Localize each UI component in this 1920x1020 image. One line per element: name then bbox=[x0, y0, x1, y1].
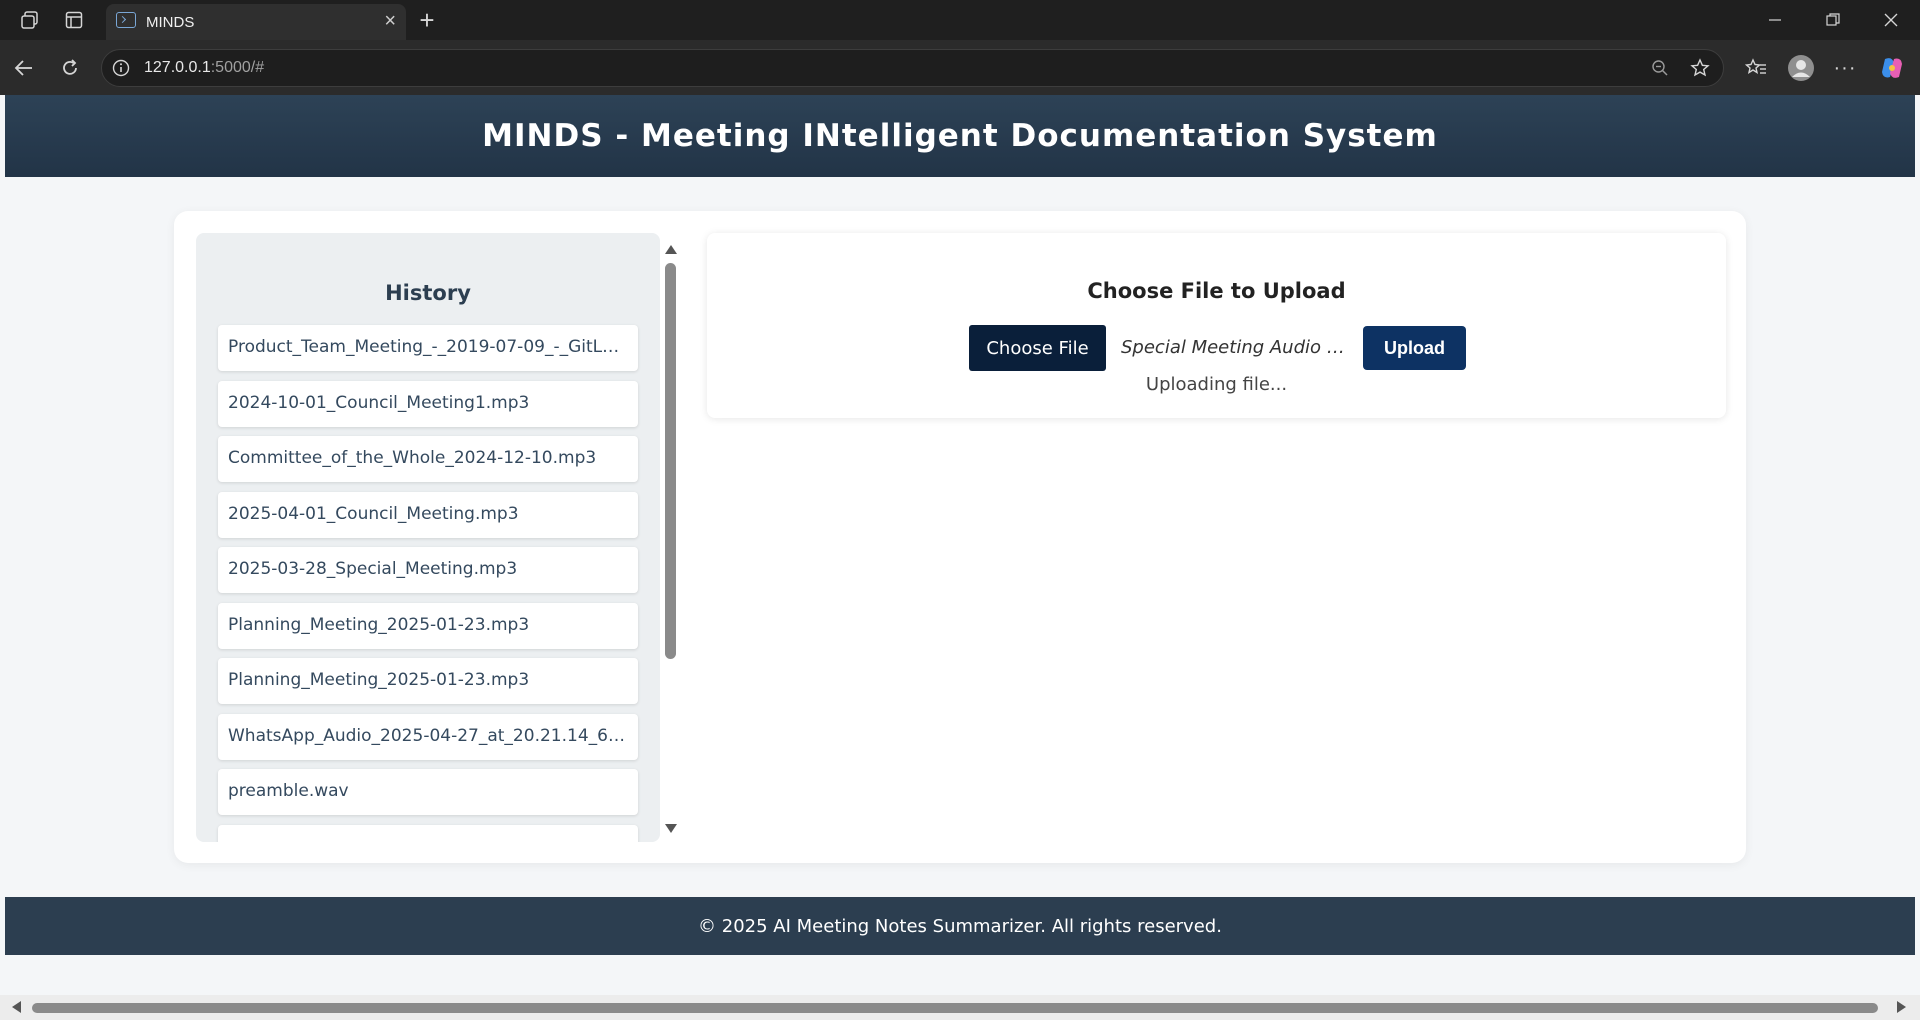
more-options-icon[interactable]: ··· bbox=[1832, 56, 1858, 80]
restore-icon[interactable] bbox=[1818, 8, 1848, 32]
history-title: History bbox=[385, 281, 471, 305]
scroll-down-arrow-icon[interactable] bbox=[665, 824, 677, 833]
refresh-icon[interactable] bbox=[56, 54, 84, 82]
address-bar[interactable]: 127.0.0.1:5000/# bbox=[101, 49, 1724, 87]
selected-file-name: Special Meeting Audio File ... bbox=[1121, 337, 1351, 358]
choose-file-button[interactable]: Choose File bbox=[969, 325, 1106, 371]
history-item[interactable]: 2025-03-28_Special_Meeting.mp3 bbox=[218, 547, 638, 593]
tab-title: MINDS bbox=[146, 14, 195, 31]
vertical-tabs-icon[interactable] bbox=[62, 9, 86, 31]
history-item[interactable]: preamble.wav bbox=[218, 769, 638, 815]
history-item[interactable] bbox=[218, 824, 638, 842]
profile-avatar-icon[interactable] bbox=[1786, 53, 1816, 83]
upload-title: Choose File to Upload bbox=[1087, 279, 1346, 303]
url-path: :5000/# bbox=[210, 59, 265, 76]
upload-status: Uploading file... bbox=[1145, 374, 1288, 395]
zoom-out-icon[interactable] bbox=[1650, 58, 1670, 78]
history-panel: History Product_Team_Meeting_-_2019-07-0… bbox=[196, 233, 660, 842]
page-horizontal-scrollbar[interactable] bbox=[0, 995, 1920, 1020]
app-footer: © 2025 AI Meeting Notes Summarizer. All … bbox=[5, 897, 1915, 955]
url-host: 127.0.0.1 bbox=[144, 59, 211, 76]
scrollbar-thumb[interactable] bbox=[665, 263, 676, 659]
history-item[interactable]: 2025-04-01_Council_Meeting.mp3 bbox=[218, 491, 638, 538]
favorite-star-icon[interactable] bbox=[1689, 57, 1711, 79]
upload-panel: Choose File to Upload Choose File Specia… bbox=[707, 233, 1726, 418]
close-window-icon[interactable] bbox=[1876, 8, 1906, 32]
horizontal-scrollbar-thumb[interactable] bbox=[32, 1003, 1878, 1013]
copilot-icon[interactable] bbox=[1878, 54, 1906, 82]
scroll-up-arrow-icon[interactable] bbox=[665, 245, 677, 254]
scroll-right-arrow-icon[interactable] bbox=[1897, 1001, 1906, 1013]
minimize-icon[interactable] bbox=[1760, 8, 1790, 32]
app-header: MINDS - Meeting INtelligent Documentatio… bbox=[5, 95, 1915, 177]
new-tab-icon[interactable]: + bbox=[414, 5, 440, 35]
history-item[interactable]: Planning_Meeting_2025-01-23.mp3 bbox=[218, 602, 638, 649]
browser-tab-strip: MINDS × + bbox=[0, 0, 1920, 40]
scroll-left-arrow-icon[interactable] bbox=[12, 1001, 21, 1013]
app-title: MINDS - Meeting INtelligent Documentatio… bbox=[482, 118, 1438, 154]
history-item[interactable]: WhatsApp_Audio_2025-04-27_at_20.21.14_69… bbox=[218, 713, 638, 760]
favorites-icon[interactable] bbox=[1744, 56, 1768, 80]
history-item[interactable]: Product_Team_Meeting_-_2019-07-09_-_GitL… bbox=[218, 325, 638, 371]
close-tab-icon[interactable]: × bbox=[384, 10, 396, 33]
page-viewport: MINDS - Meeting INtelligent Documentatio… bbox=[5, 95, 1915, 995]
back-icon[interactable] bbox=[10, 54, 38, 82]
footer-copyright: © 2025 AI Meeting Notes Summarizer. All … bbox=[698, 915, 1222, 937]
tab-minds[interactable]: MINDS × bbox=[106, 4, 406, 40]
history-item[interactable]: Committee_of_the_Whole_2024-12-10.mp3 bbox=[218, 436, 638, 482]
url-text: 127.0.0.1:5000/# bbox=[144, 59, 264, 77]
terminal-icon bbox=[116, 12, 136, 28]
main-card: History Product_Team_Meeting_-_2019-07-0… bbox=[174, 211, 1746, 863]
history-item[interactable]: Planning_Meeting_2025-01-23.mp3 bbox=[218, 658, 638, 704]
workspaces-icon[interactable] bbox=[18, 9, 42, 31]
site-info-icon[interactable] bbox=[112, 59, 130, 77]
history-scrollbar[interactable] bbox=[660, 233, 680, 842]
upload-button[interactable]: Upload bbox=[1363, 326, 1466, 370]
history-list: Product_Team_Meeting_-_2019-07-09_-_GitL… bbox=[218, 325, 638, 842]
history-item[interactable]: 2024-10-01_Council_Meeting1.mp3 bbox=[218, 380, 638, 427]
